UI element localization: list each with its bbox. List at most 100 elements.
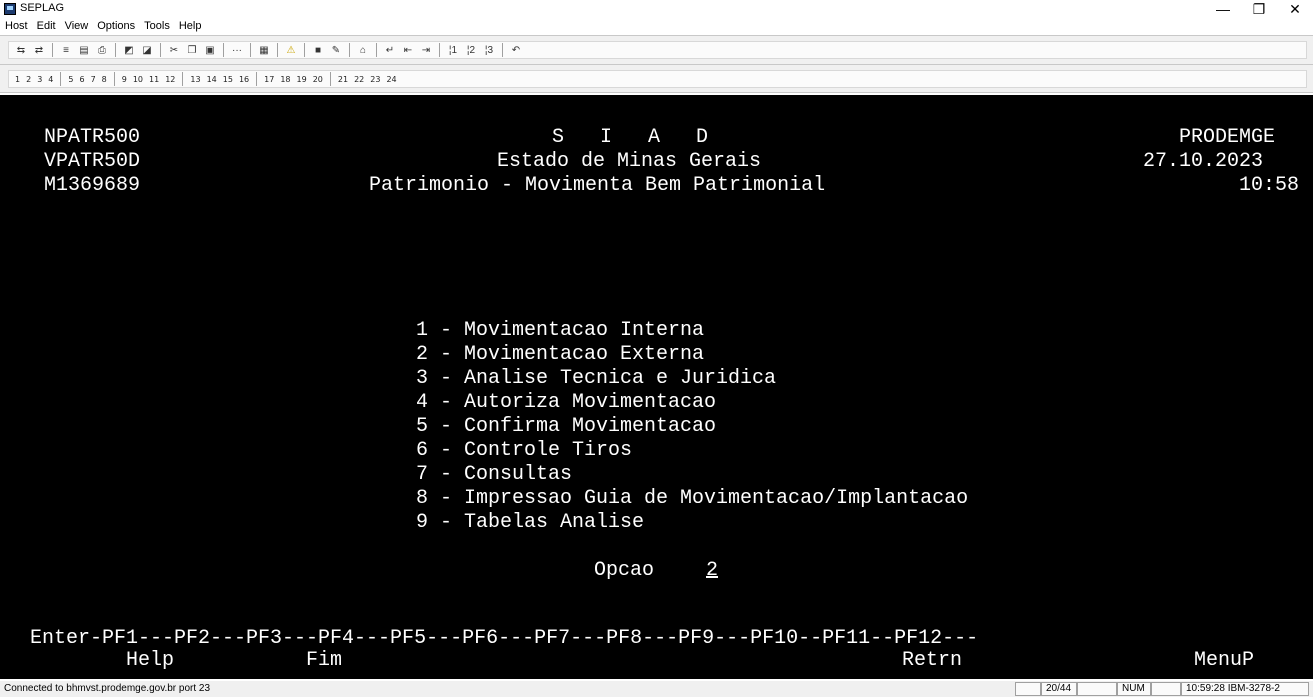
window-title: SEPLAG — [20, 2, 65, 14]
copy-icon[interactable]: ❐ — [184, 43, 200, 57]
state-name: Estado de Minas Gerais — [497, 150, 762, 173]
pf12-button[interactable]: 12 — [163, 75, 177, 84]
toolbar-divider — [113, 72, 115, 86]
program-name: NPATR500 — [44, 126, 141, 149]
maximize-button[interactable]: ❐ — [1241, 0, 1277, 18]
title-bar: SEPLAG — ❐ ✕ — [0, 0, 1313, 18]
edit-capture-icon[interactable]: ◪ — [139, 43, 155, 57]
toolbar-divider — [223, 43, 224, 57]
toolbar-divider — [115, 43, 116, 57]
toolbar-divider — [256, 72, 258, 86]
menu-option-1: 1 - Movimentacao Interna — [416, 319, 705, 342]
pf7-button[interactable]: 7 — [89, 75, 98, 84]
menu-tools[interactable]: Tools — [139, 18, 174, 32]
transfer-icon[interactable]: ≡ — [58, 43, 74, 57]
minimize-button[interactable]: — — [1205, 0, 1241, 18]
pf16-button[interactable]: 16 — [237, 75, 251, 84]
status-panel-empty — [1077, 682, 1117, 696]
pf18-button[interactable]: 18 — [278, 75, 292, 84]
cut-icon[interactable]: ✂ — [166, 43, 182, 57]
menu-option-6: 6 - Controle Tiros — [416, 439, 633, 462]
pf13-button[interactable]: 13 — [188, 75, 202, 84]
terminal-screen[interactable]: NPATR500 VPATR50D M1369689 S I A D Estad… — [0, 95, 1313, 679]
system-name: S I A D — [552, 126, 709, 149]
enter-icon[interactable]: ↵ — [382, 43, 398, 57]
screen-id: VPATR50D — [44, 150, 141, 173]
dots-icon[interactable]: ··· — [229, 43, 245, 57]
main-toolbar: ⇆ ⇄ ≡ ▤ ⎙ ◩ ◪ ✂ ❐ ▣ ··· ▦ ⚠ ■ ✎ ⌂ ↵ ⇤ ⇥ … — [0, 35, 1313, 65]
pf1-button[interactable]: 1 — [13, 75, 22, 84]
send-icon[interactable]: ⇆ — [13, 43, 29, 57]
pf17-button[interactable]: 17 — [262, 75, 276, 84]
close-button[interactable]: ✕ — [1277, 0, 1313, 18]
backtab-icon[interactable]: ⇤ — [400, 43, 416, 57]
option-input[interactable]: 2 — [706, 559, 718, 583]
capture-icon[interactable]: ◩ — [121, 43, 137, 57]
connection-status: Connected to bhmvst.prodemge.gov.br port… — [4, 683, 211, 694]
pf22-button[interactable]: 22 — [352, 75, 366, 84]
pf6-button[interactable]: 6 — [77, 75, 86, 84]
menu-edit[interactable]: Edit — [32, 18, 60, 32]
toolbar-divider — [329, 72, 331, 86]
pen-icon[interactable]: ✎ — [328, 43, 344, 57]
print-icon[interactable]: ⎙ — [94, 43, 110, 57]
alert-icon[interactable]: ⚠ — [283, 43, 299, 57]
paste-icon[interactable]: ▣ — [202, 43, 218, 57]
pf3-button[interactable]: 3 — [35, 75, 44, 84]
pf14-button[interactable]: 14 — [205, 75, 219, 84]
pf10-button[interactable]: 10 — [131, 75, 145, 84]
home-icon[interactable]: ⌂ — [355, 43, 371, 57]
status-panel-empty — [1151, 682, 1181, 696]
copy-screen-icon[interactable]: ▤ — [76, 43, 92, 57]
pf-key-toolbar: 1 2 3 4 5 6 7 8 9 10 11 12 13 14 15 16 17 18 19 20 21 22 23 24 — [0, 65, 1313, 93]
menu-option-3: 3 - Analise Tecnica e Juridica — [416, 367, 777, 390]
undo-icon[interactable]: ↶ — [508, 43, 524, 57]
menu-option-5: 5 - Confirma Movimentacao — [416, 415, 717, 438]
toolbar-divider — [250, 43, 251, 57]
menu-option-9: 9 - Tabelas Analise — [416, 511, 645, 534]
pf5-button[interactable]: 5 — [66, 75, 75, 84]
toolbar-divider — [52, 43, 53, 57]
pf-key-line: Enter-PF1---PF2---PF3---PF4---PF5---PF6-… — [30, 627, 979, 650]
toolbar-divider — [182, 72, 184, 86]
session-clock: 10:59:28 IBM-3278-2 — [1181, 682, 1309, 696]
pa3-icon[interactable]: ¦3 — [481, 43, 497, 57]
toolbar-divider — [277, 43, 278, 57]
pf2-button[interactable]: 2 — [24, 75, 33, 84]
module-title: Patrimonio - Movimenta Bem Patrimonial — [369, 174, 826, 197]
user-id: M1369689 — [44, 174, 141, 197]
pf23-button[interactable]: 23 — [368, 75, 382, 84]
pf9-retrn-label: Retrn — [902, 649, 963, 672]
graph-icon[interactable]: ▦ — [256, 43, 272, 57]
stop-icon[interactable]: ■ — [310, 43, 326, 57]
pf19-button[interactable]: 19 — [295, 75, 309, 84]
pf8-button[interactable]: 8 — [100, 75, 109, 84]
company-name: PRODEMGE — [1179, 126, 1276, 149]
pf21-button[interactable]: 21 — [336, 75, 350, 84]
menu-help[interactable]: Help — [174, 18, 206, 32]
toolbar-divider — [349, 43, 350, 57]
toolbar-divider — [502, 43, 503, 57]
tab-icon[interactable]: ⇥ — [418, 43, 434, 57]
menu-option-4: 4 - Autoriza Movimentacao — [416, 391, 717, 414]
date: 27.10.2023 — [1143, 150, 1264, 173]
option-label: Opcao — [594, 559, 655, 582]
toolbar-divider — [160, 43, 161, 57]
toolbar-divider — [304, 43, 305, 57]
pf9-button[interactable]: 9 — [120, 75, 129, 84]
pa2-icon[interactable]: ¦2 — [463, 43, 479, 57]
pa1-icon[interactable]: ¦1 — [445, 43, 461, 57]
receive-icon[interactable]: ⇄ — [31, 43, 47, 57]
pf24-button[interactable]: 24 — [384, 75, 398, 84]
menu-options[interactable]: Options — [92, 18, 139, 32]
menu-option-2: 2 - Movimentacao Externa — [416, 343, 705, 366]
app-icon[interactable] — [4, 3, 16, 15]
menu-host[interactable]: Host — [0, 18, 32, 32]
pf15-button[interactable]: 15 — [221, 75, 235, 84]
pf4-button[interactable]: 4 — [46, 75, 55, 84]
menu-view[interactable]: View — [60, 18, 93, 32]
pf20-button[interactable]: 20 — [311, 75, 325, 84]
num-lock-indicator: NUM — [1117, 682, 1151, 696]
pf11-button[interactable]: 11 — [147, 75, 161, 84]
cursor-position: 20/44 — [1041, 682, 1077, 696]
